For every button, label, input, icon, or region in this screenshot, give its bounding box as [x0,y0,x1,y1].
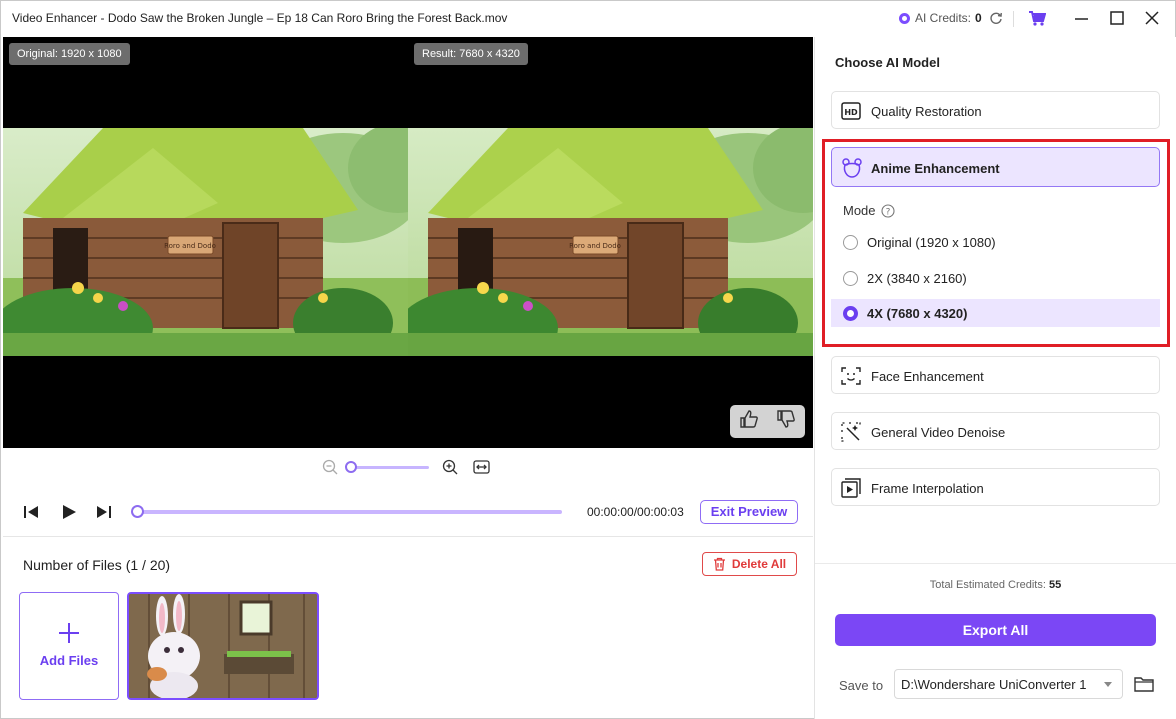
mode-option-2x[interactable]: 2X (3840 x 2160) [831,264,1160,292]
mode-option-label: 2X (3840 x 2160) [867,271,967,286]
save-path-value: D:\Wondershare UniConverter 1 [901,677,1087,692]
previous-frame-icon[interactable] [23,504,39,525]
model-face-enhancement[interactable]: Face Enhancement [831,356,1160,394]
ai-credits: AI Credits: 0 [899,11,982,25]
model-anime-enhancement[interactable]: Anime Enhancement [831,147,1160,187]
model-label: Face Enhancement [871,369,984,384]
save-to-label: Save to [839,678,884,693]
credits-label: AI Credits: [915,11,972,25]
zoom-in-icon[interactable] [442,459,458,480]
face-scan-icon [841,366,861,386]
total-value: 55 [1048,579,1062,591]
save-path-dropdown[interactable]: D:\Wondershare UniConverter 1 [894,669,1123,699]
mode-option-4x[interactable]: 4X (7680 x 4320) [831,299,1160,327]
timecode: 00:00:00/00:00:03 [587,505,684,519]
help-icon[interactable]: ? [880,203,895,218]
video-thumbnail[interactable] [127,592,319,700]
mode-option-original[interactable]: Original (1920 x 1080) [831,228,1160,256]
delete-all-button[interactable]: Delete All [702,552,797,576]
exit-preview-button[interactable]: Exit Preview [700,500,798,524]
total-label: Total Estimated Credits: [929,579,1046,591]
panel-title: Choose AI Model [835,55,940,70]
chevron-down-icon [1104,682,1112,687]
file-count-label: Number of Files (1 / 20) [23,557,171,573]
total-estimated-credits: Total Estimated Credits: 55 [814,579,1176,591]
frame-icon [841,478,861,498]
export-all-button[interactable]: Export All [835,614,1156,646]
model-general-video-denoise[interactable]: General Video Denoise [831,412,1160,450]
window-title: Video Enhancer - Dodo Saw the Broken Jun… [12,11,508,25]
mode-option-label: Original (1920 x 1080) [867,235,996,250]
credits-value: 0 [975,11,982,25]
cart-icon[interactable] [1028,10,1047,31]
svg-text:?: ? [885,207,890,217]
thumbs-down-icon[interactable] [776,409,796,434]
close-button[interactable] [1142,9,1162,29]
playback-progress-handle[interactable] [131,505,144,518]
model-label: Frame Interpolation [871,481,984,496]
radio-button[interactable] [843,235,858,250]
original-frame: Roro and Dodo [3,128,408,356]
model-quality-restoration[interactable]: HD Quality Restoration [831,91,1160,129]
folder-icon[interactable] [1134,676,1154,698]
add-files-button[interactable]: Add Files [19,592,119,700]
original-resolution-badge: Original: 1920 x 1080 [9,43,130,65]
bear-icon [841,157,863,184]
model-frame-interpolation[interactable]: Frame Interpolation [831,468,1160,506]
result-frame: Roro and Dodo [408,128,813,356]
model-label: Quality Restoration [871,104,982,119]
titlebar-divider [1013,11,1014,27]
radio-button[interactable] [843,271,858,286]
house-sign-result: Roro and Dodo [569,242,621,250]
plus-icon [58,621,80,649]
radio-button-selected[interactable] [843,306,858,321]
play-icon[interactable] [61,504,77,525]
mode-label-text: Mode [843,203,876,218]
video-enhancer-window: Video Enhancer - Dodo Saw the Broken Jun… [0,0,1176,719]
zoom-slider-handle[interactable] [345,461,357,473]
zoom-slider-track[interactable] [351,466,429,469]
delete-all-label: Delete All [731,557,787,571]
next-frame-icon[interactable] [96,504,112,525]
mode-label: Mode ? [843,203,895,218]
svg-text:HD: HD [844,108,858,117]
house-sign-original: Roro and Dodo [164,242,216,250]
panel-divider [815,563,1176,564]
video-preview: Original: 1920 x 1080 Result: 7680 x 432… [3,37,813,448]
title-bar: Video Enhancer - Dodo Saw the Broken Jun… [1,1,1176,37]
denoise-icon [841,422,861,442]
maximize-button[interactable] [1107,9,1127,29]
thumbs-up-icon[interactable] [739,409,759,434]
divider [3,536,813,537]
result-resolution-badge: Result: 7680 x 4320 [414,43,528,65]
trash-icon [713,557,725,571]
model-label: Anime Enhancement [871,161,1000,176]
model-label: General Video Denoise [871,425,1006,440]
credits-coin-icon [899,12,910,24]
minimize-button[interactable] [1072,9,1092,29]
add-files-label: Add Files [39,653,99,668]
playback-progress-track[interactable] [138,510,562,514]
feedback-bar [730,405,805,438]
zoom-out-icon[interactable] [322,459,338,480]
hd-icon: HD [841,101,861,121]
refresh-icon[interactable] [989,11,1003,28]
fit-width-icon[interactable] [473,459,491,480]
mode-option-label: 4X (7680 x 4320) [867,306,968,321]
